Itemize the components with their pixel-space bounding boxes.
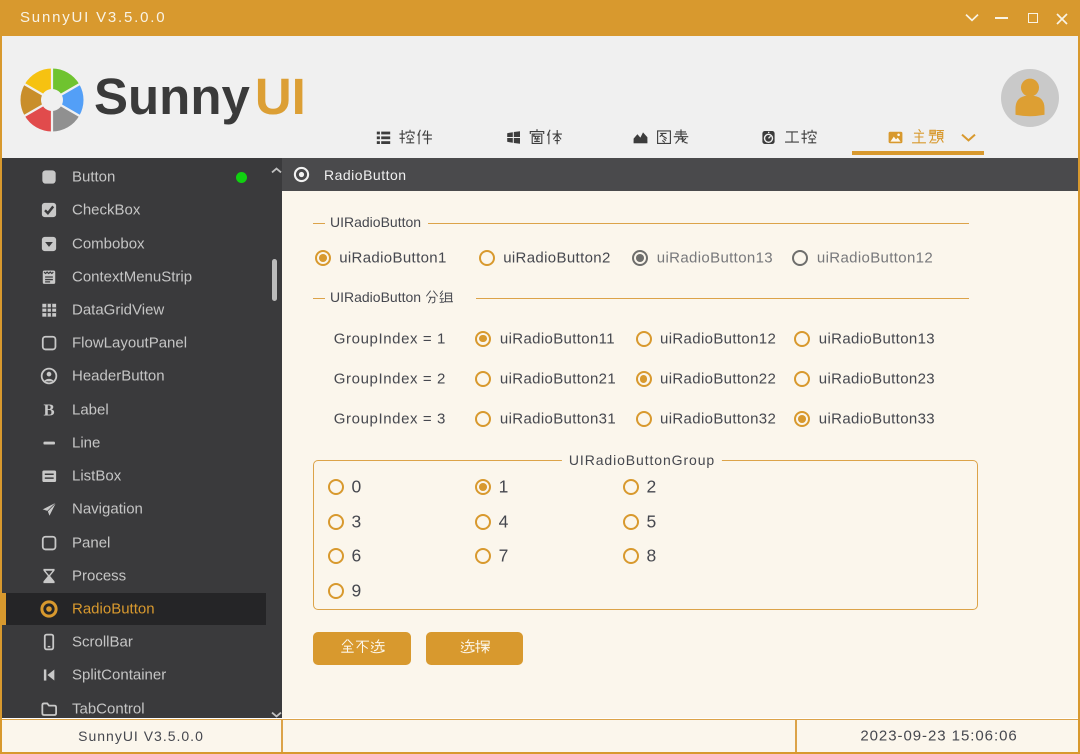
svg-text:B: B bbox=[43, 400, 54, 419]
